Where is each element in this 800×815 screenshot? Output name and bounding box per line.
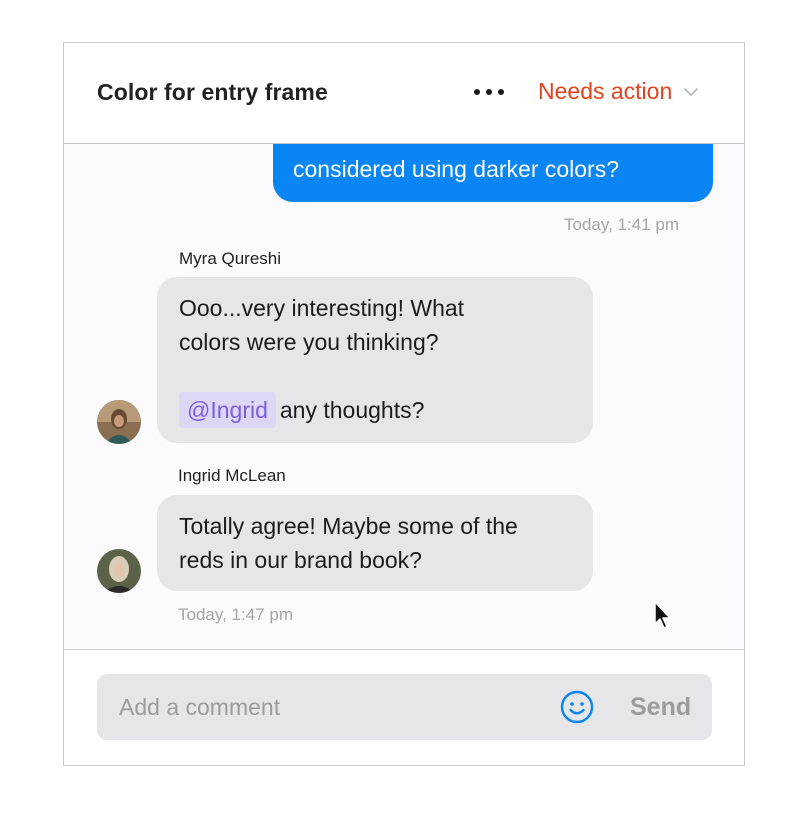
incoming-message-bubble: Totally agree! Maybe some of the reds in… (157, 495, 593, 591)
message-list[interactable]: considered using darker colors? Today, 1… (64, 144, 744, 649)
thread-title: Color for entry frame (97, 79, 328, 105)
message-text: colors were you thinking? (179, 329, 439, 355)
message-timestamp: Today, 1:47 pm (178, 605, 293, 624)
panel-header: Color for entry frame Needs action (64, 43, 744, 144)
comment-panel: Color for entry frame Needs action consi… (63, 42, 745, 766)
message-text: Totally agree! Maybe some of the (179, 513, 518, 539)
send-button[interactable]: Send (630, 693, 691, 722)
status-label: Needs action (538, 78, 673, 104)
comment-input-box: Send (97, 674, 712, 740)
mention-tag[interactable]: @Ingrid (179, 392, 276, 428)
composer: Send (64, 649, 744, 765)
message-text: reds in our brand book? (179, 547, 422, 573)
status-dropdown[interactable]: Needs action (538, 78, 700, 105)
author-name: Ingrid McLean (178, 466, 286, 485)
incoming-message-bubble: Ooo...very interesting! What colors were… (157, 277, 593, 443)
message-text-cut (293, 144, 693, 152)
avatar[interactable] (97, 549, 141, 593)
message-text: considered using darker colors? (293, 156, 620, 182)
comment-input[interactable] (119, 674, 539, 740)
author-name: Myra Qureshi (179, 249, 282, 268)
smiley-icon[interactable] (559, 689, 595, 725)
avatar-image (97, 549, 141, 593)
mouse-pointer-icon (654, 601, 671, 629)
more-options-button[interactable] (470, 81, 508, 103)
dot (474, 89, 480, 95)
outgoing-message-bubble: considered using darker colors? (273, 144, 713, 202)
message-timestamp: Today, 1:41 pm (564, 215, 679, 234)
avatar[interactable] (97, 400, 141, 444)
dot (486, 89, 492, 95)
dot (498, 89, 504, 95)
chevron-down-icon (684, 87, 699, 96)
message-text: any thoughts? (279, 397, 425, 423)
message-text: Ooo...very interesting! What (179, 295, 465, 321)
avatar-image (97, 400, 141, 444)
